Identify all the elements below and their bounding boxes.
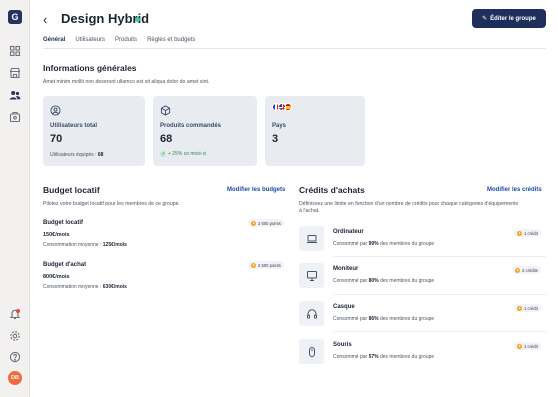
notification-dot (16, 309, 20, 313)
equipment-name: Souris (333, 342, 352, 348)
mouse-icon (299, 339, 324, 364)
equipment-name: Moniteur (333, 266, 359, 272)
card-subtext: Utilisateurs équipés : 68 (50, 152, 104, 158)
credits-description-line-1: Définissez une limite en fonction d'un n… (299, 201, 519, 207)
card-value: 3 (272, 133, 279, 145)
equipment-consumption: Consommé par 99% des membres du groupe (333, 241, 435, 247)
trend-up-icon: ↗ (160, 151, 166, 157)
users-icon[interactable] (9, 89, 21, 101)
coin-icon: ● (517, 305, 522, 311)
row-divider (333, 294, 546, 295)
credit-badge: ● 1 crédit (514, 229, 541, 237)
row-divider (333, 331, 546, 332)
laptop-icon (299, 226, 324, 251)
general-description: Amet minim mollit non deserunt ullamco e… (43, 79, 210, 85)
grid-icon[interactable] (9, 45, 21, 57)
back-arrow-icon[interactable]: ‹ (43, 12, 47, 27)
help-icon[interactable] (9, 351, 21, 363)
card-label: Utilisateurs total (50, 123, 98, 129)
credit-badge: ● 1 crédit (514, 304, 541, 312)
budget-item-consumption: Consommation moyenne : 125€/mois (43, 242, 127, 248)
headphones-icon (299, 301, 324, 326)
card-countries: Pays 3 (265, 96, 365, 166)
budget-item-amount: 800€/mois (43, 274, 70, 280)
budget-item-title: Budget d'achat (43, 262, 87, 268)
store-icon[interactable] (9, 67, 21, 79)
equipment-consumption: Consommé par 86% des membres du groupe (333, 316, 435, 322)
credits-description-line-2: à l'achat. (299, 208, 320, 214)
equipment-consumption: Consommé par 80% des membres du groupe (333, 278, 435, 284)
credit-badge: ● 1 crédit (514, 342, 541, 350)
credit-badge: ● 2 crédits (512, 266, 541, 274)
edit-group-label: Éditer le groupe (490, 15, 536, 22)
coin-icon: ● (517, 230, 522, 236)
card-users-total: Utilisateurs total 70 Utilisateurs équip… (43, 96, 145, 166)
pencil-icon: ✎ (482, 16, 488, 22)
app-logo[interactable]: G (8, 10, 22, 24)
budget-item-consumption: Consommation moyenne : 630€/mois (43, 284, 127, 290)
avatar[interactable]: DB (8, 371, 22, 385)
monitor-icon (299, 263, 324, 288)
trend-indicator: ↗ + 25% ce mois-ci (160, 151, 207, 157)
card-value: 70 (50, 133, 63, 145)
general-heading: Informations générales (43, 63, 137, 73)
gear-icon[interactable] (9, 330, 21, 342)
points-badge: ● 2 500 points (248, 261, 284, 269)
status-dot (135, 17, 140, 22)
tabs-divider (43, 48, 546, 49)
equipment-name: Casque (333, 304, 355, 310)
app-root: G DB ‹ Design Hybrid ✎ Éditer le groupe (0, 0, 558, 397)
card-products-ordered: Produits commandés 68 ↗ + 25% ce mois-ci (153, 96, 257, 166)
card-label: Pays (272, 123, 287, 129)
card-value: 68 (160, 133, 173, 145)
edit-budgets-link[interactable]: Modifier les budgets (227, 187, 285, 193)
box-icon[interactable] (9, 111, 21, 123)
flag-gb-icon (278, 103, 286, 111)
credits-heading: Crédits d'achats (299, 185, 365, 195)
edit-group-button[interactable]: ✎ Éditer le groupe (472, 9, 546, 28)
budget-item-title: Budget locatif (43, 220, 83, 226)
budget-heading: Budget locatif (43, 185, 100, 195)
equipment-name: Ordinateur (333, 229, 364, 235)
coin-icon: ● (251, 220, 256, 226)
user-circle-icon (50, 103, 61, 116)
flags-group (272, 103, 292, 111)
coin-icon: ● (251, 262, 256, 268)
budget-item-amount: 150€/mois (43, 232, 70, 238)
row-divider (333, 256, 546, 257)
sidebar: G DB (0, 0, 30, 397)
budget-description: Pilotez votre budget locatif pour les me… (43, 201, 180, 207)
edit-credits-link[interactable]: Modifier les crédits (487, 187, 542, 193)
equipment-consumption: Consommé par 57% des membres du groupe (333, 354, 435, 360)
coin-icon: ● (517, 343, 522, 349)
coin-icon: ● (515, 267, 520, 273)
card-label: Produits commandés (160, 123, 222, 129)
package-icon (160, 103, 171, 116)
points-badge: ● 2 500 points (248, 219, 284, 227)
